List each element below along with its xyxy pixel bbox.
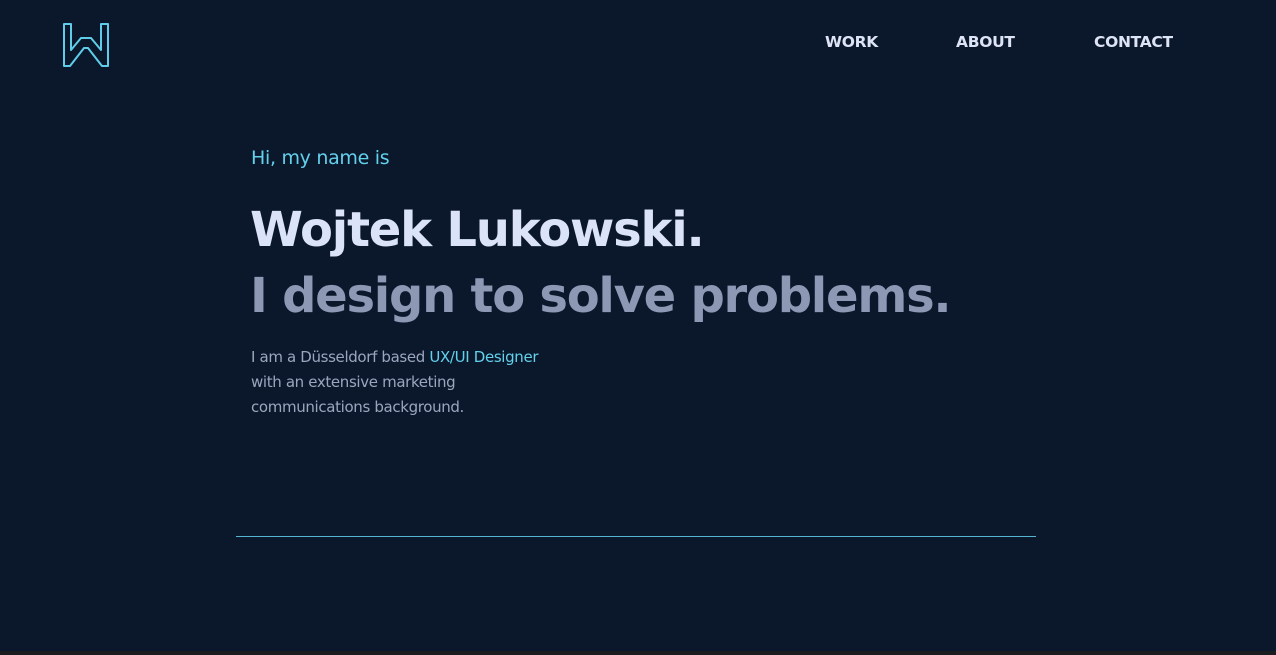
nav-item-contact[interactable]: CONTACT [1094, 31, 1173, 53]
bottom-edge [0, 651, 1276, 655]
intro-text-before: I am a Düsseldorf based [251, 348, 430, 366]
nav-item-about[interactable]: ABOUT [956, 31, 1015, 53]
hero-name: Wojtek Lukowski. [250, 202, 705, 258]
hero-tagline: I design to solve problems. [250, 268, 952, 324]
intro-text-after: with an extensive marketing communicatio… [251, 373, 464, 416]
section-divider [236, 536, 1036, 537]
hero-greeting: Hi, my name is [251, 147, 390, 169]
intro-role-highlight: UX/UI Designer [429, 348, 539, 366]
main-nav: WORK ABOUT CONTACT [0, 31, 1276, 55]
nav-item-work[interactable]: WORK [825, 31, 878, 53]
hero-intro: I am a Düsseldorf based UX/UI Designer w… [251, 345, 541, 420]
